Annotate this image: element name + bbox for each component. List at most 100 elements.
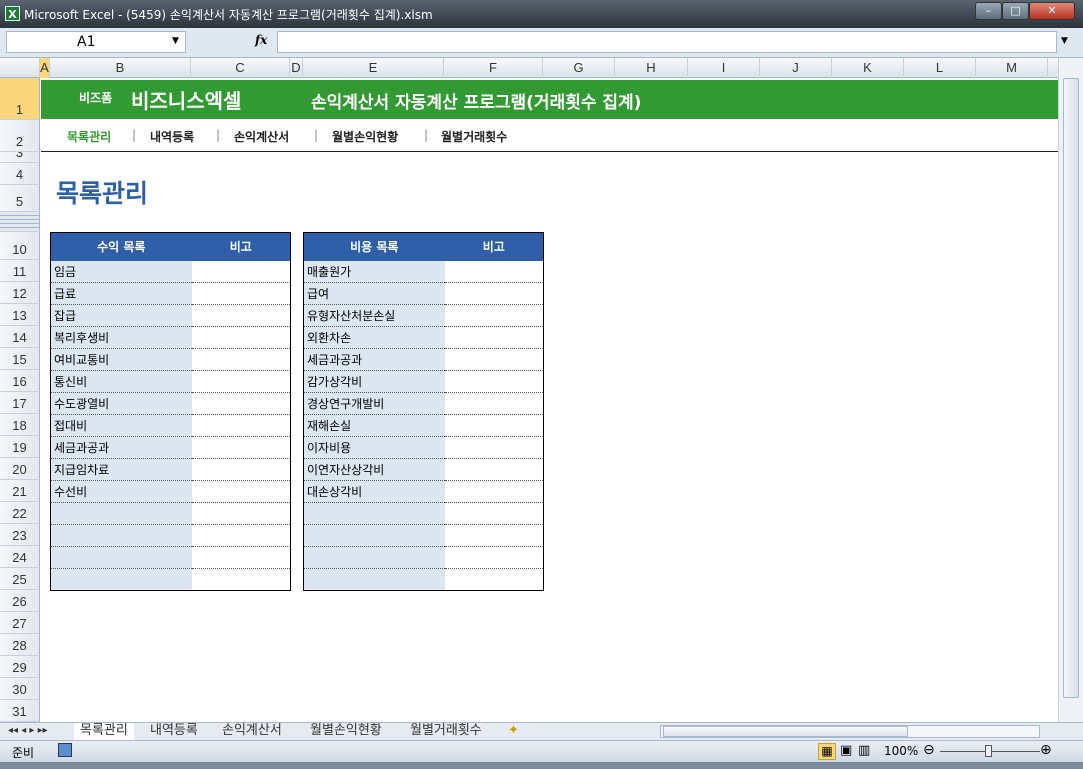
column-header-B[interactable]: B xyxy=(50,58,191,78)
row-header-25[interactable]: 25 xyxy=(0,568,40,590)
item-name-cell[interactable]: 수도광열비 xyxy=(50,392,192,415)
column-header-C[interactable]: C xyxy=(191,58,290,78)
item-name-cell[interactable]: 경상연구개발비 xyxy=(303,392,445,415)
page-break-view-icon[interactable]: ▥ xyxy=(858,743,870,758)
note-cell[interactable] xyxy=(444,260,544,283)
vertical-scrollbar[interactable] xyxy=(1058,58,1083,722)
sheet-tab-list-manage[interactable]: 목록관리 xyxy=(74,723,134,740)
minimize-button[interactable]: – xyxy=(975,2,1002,20)
note-cell[interactable] xyxy=(444,348,544,371)
item-name-cell[interactable] xyxy=(50,502,192,525)
note-cell[interactable] xyxy=(444,436,544,459)
column-header-E[interactable]: E xyxy=(303,58,444,78)
note-cell[interactable] xyxy=(444,414,544,437)
item-name-cell[interactable]: 이자비용 xyxy=(303,436,445,459)
column-header-L[interactable]: L xyxy=(904,58,976,78)
column-header-J[interactable]: J xyxy=(760,58,832,78)
item-name-cell[interactable] xyxy=(303,502,445,525)
row-header-19[interactable]: 19 xyxy=(0,436,40,458)
row-header-15[interactable]: 15 xyxy=(0,348,40,370)
zoom-in-icon[interactable]: ⊕ xyxy=(1040,742,1052,758)
item-name-cell[interactable]: 복리후생비 xyxy=(50,326,192,349)
note-cell[interactable] xyxy=(191,348,291,371)
row-header-21[interactable]: 21 xyxy=(0,480,40,502)
nav-item-entry[interactable]: 내역등록 xyxy=(150,128,194,145)
row-header-22[interactable]: 22 xyxy=(0,502,40,524)
column-header-F[interactable]: F xyxy=(444,58,543,78)
note-cell[interactable] xyxy=(444,304,544,327)
item-name-cell[interactable] xyxy=(303,524,445,547)
column-header-K[interactable]: K xyxy=(832,58,904,78)
item-name-cell[interactable]: 외환차손 xyxy=(303,326,445,349)
column-header-D[interactable]: D xyxy=(290,58,303,78)
zoom-out-icon[interactable]: ⊖ xyxy=(923,742,935,758)
row-header-11[interactable]: 11 xyxy=(0,260,40,282)
item-name-cell[interactable]: 잡급 xyxy=(50,304,192,327)
item-name-cell[interactable]: 재해손실 xyxy=(303,414,445,437)
row-header-13[interactable]: 13 xyxy=(0,304,40,326)
column-header-I[interactable]: I xyxy=(688,58,760,78)
item-name-cell[interactable]: 통신비 xyxy=(50,370,192,393)
column-header-G[interactable]: G xyxy=(543,58,615,78)
row-header-18[interactable]: 18 xyxy=(0,414,40,436)
item-name-cell[interactable] xyxy=(303,568,445,591)
note-cell[interactable] xyxy=(191,568,291,591)
sheet-tab-monthly-count[interactable]: 월별거래횟수 xyxy=(410,723,482,740)
note-cell[interactable] xyxy=(444,480,544,503)
note-cell[interactable] xyxy=(191,392,291,415)
scroll-thumb[interactable] xyxy=(663,726,908,737)
item-name-cell[interactable]: 감가상각비 xyxy=(303,370,445,393)
note-cell[interactable] xyxy=(444,524,544,547)
row-header-28[interactable]: 28 xyxy=(0,634,40,656)
sheet-tab-income-statement[interactable]: 손익계산서 xyxy=(222,723,282,740)
formula-input[interactable] xyxy=(277,31,1057,53)
zoom-level[interactable]: 100% xyxy=(884,744,918,758)
item-name-cell[interactable] xyxy=(50,568,192,591)
row-header-31[interactable]: 31 xyxy=(0,700,40,722)
name-box-dropdown-icon[interactable]: ▼ xyxy=(172,36,179,46)
normal-view-icon[interactable]: ▦ xyxy=(818,743,836,760)
item-name-cell[interactable] xyxy=(50,546,192,569)
name-box[interactable]: A1 xyxy=(6,31,186,53)
item-name-cell[interactable]: 이연자산상각비 xyxy=(303,458,445,481)
column-header-H[interactable]: H xyxy=(615,58,688,78)
sheet-tab-entry[interactable]: 내역등록 xyxy=(150,723,198,740)
note-cell[interactable] xyxy=(191,260,291,283)
item-name-cell[interactable]: 급료 xyxy=(50,282,192,305)
tab-scroll-arrows-icon[interactable]: ◂◂ ◂ ▸ ▸▸ xyxy=(8,723,48,740)
note-cell[interactable] xyxy=(191,458,291,481)
note-cell[interactable] xyxy=(444,392,544,415)
expand-formula-bar-icon[interactable]: ▼ xyxy=(1061,36,1068,46)
insert-sheet-icon[interactable]: ✦ xyxy=(508,723,519,740)
note-cell[interactable] xyxy=(191,524,291,547)
note-cell[interactable] xyxy=(444,282,544,305)
item-name-cell[interactable]: 대손상각비 xyxy=(303,480,445,503)
row-header-5[interactable]: 5 xyxy=(0,185,40,212)
note-cell[interactable] xyxy=(444,458,544,481)
row-header-16[interactable]: 16 xyxy=(0,370,40,392)
note-cell[interactable] xyxy=(191,370,291,393)
item-name-cell[interactable]: 급여 xyxy=(303,282,445,305)
row-header-26[interactable]: 26 xyxy=(0,590,40,612)
note-cell[interactable] xyxy=(191,304,291,327)
item-name-cell[interactable]: 여비교통비 xyxy=(50,348,192,371)
item-name-cell[interactable]: 유형자산처분손실 xyxy=(303,304,445,327)
row-header-3[interactable]: 3 xyxy=(0,152,40,163)
column-header-M[interactable]: M xyxy=(976,58,1048,78)
note-cell[interactable] xyxy=(191,282,291,305)
row-header-12[interactable]: 12 xyxy=(0,282,40,304)
row-header-30[interactable]: 30 xyxy=(0,678,40,700)
page-layout-view-icon[interactable]: ▣ xyxy=(840,743,852,758)
maximize-button[interactable]: □ xyxy=(1002,2,1029,20)
row-header-14[interactable]: 14 xyxy=(0,326,40,348)
row-header-29[interactable]: 29 xyxy=(0,656,40,678)
item-name-cell[interactable]: 수선비 xyxy=(50,480,192,503)
row-header-17[interactable]: 17 xyxy=(0,392,40,414)
item-name-cell[interactable]: 세금과공과 xyxy=(303,348,445,371)
item-name-cell[interactable]: 접대비 xyxy=(50,414,192,437)
insert-function-button[interactable]: fx xyxy=(255,33,267,47)
note-cell[interactable] xyxy=(191,436,291,459)
nav-item-income-statement[interactable]: 손익계산서 xyxy=(234,128,289,145)
row-header-2[interactable]: 2 xyxy=(0,120,40,152)
row-header-10[interactable]: 10 xyxy=(0,232,40,260)
